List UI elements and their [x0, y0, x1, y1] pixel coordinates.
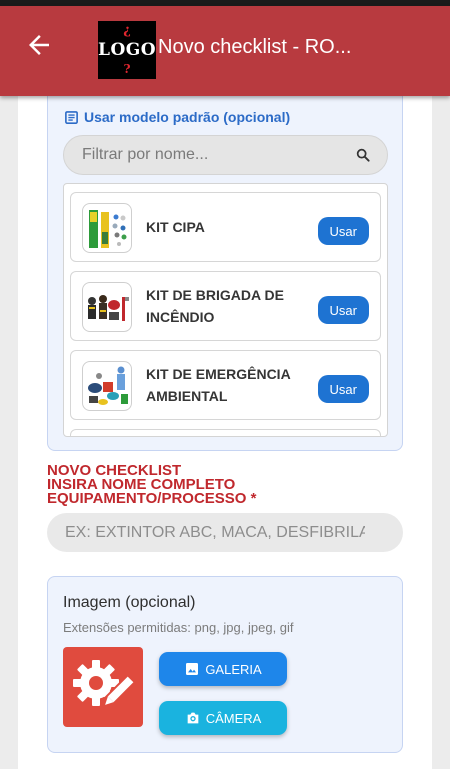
list-item: KIT DE EMERGÊNCIA AMBIENTAL Usar	[70, 350, 381, 420]
model-section-title: Usar modelo padrão (opcional)	[64, 107, 290, 127]
logo-text: LOGO	[98, 40, 157, 60]
heading-line-3-text: EQUIPAMENTO/PROCESSO	[47, 490, 247, 507]
app-logo: ¿ LOGO ?	[98, 21, 156, 79]
gallery-button-label: GALERIA	[205, 661, 262, 677]
checklist-name-input[interactable]	[47, 513, 403, 552]
camera-button[interactable]: CÂMERA	[159, 701, 287, 735]
image-preview[interactable]	[63, 647, 143, 727]
list-item	[70, 429, 381, 436]
gallery-button[interactable]: GALERIA	[159, 652, 287, 686]
list-item-name: KIT DE BRIGADA DE INCÊNDIO	[146, 287, 284, 325]
page-title: Novo checklist - RO...	[158, 36, 352, 58]
list-item: KIT DE BRIGADA DE INCÊNDIO Usar	[70, 271, 381, 341]
model-list[interactable]: KIT CIPA Usar KIT DE BRIGADA DE INCÊNDIO…	[63, 183, 388, 437]
filter-field	[63, 135, 388, 175]
use-template-button[interactable]: Usar	[317, 217, 369, 245]
list-item-name: KIT CIPA	[146, 219, 205, 235]
logo-mark-top: ¿	[123, 23, 131, 38]
list-icon	[65, 110, 78, 124]
image-section-title: Imagem (opcional)	[63, 594, 196, 611]
heading-line-3: EQUIPAMENTO/PROCESSO *	[47, 490, 407, 507]
use-template-button[interactable]: Usar	[317, 296, 369, 324]
app-bar: ¿ LOGO ? Novo checklist - RO...	[0, 6, 450, 96]
image-icon	[186, 663, 199, 675]
camera-icon	[187, 712, 199, 724]
list-item: KIT CIPA Usar	[70, 192, 381, 262]
kit-cipa-thumbnail	[82, 203, 132, 253]
image-section-subtitle: Extensões permitidas: png, jpg, jpeg, gi…	[63, 620, 294, 635]
back-button[interactable]	[24, 30, 54, 60]
logo-mark-bottom: ?	[123, 62, 131, 76]
kit-ambiental-thumbnail	[82, 361, 132, 411]
model-section-label: Usar modelo padrão (opcional)	[84, 109, 291, 125]
search-icon[interactable]	[355, 147, 371, 163]
gear-pencil-icon	[73, 660, 137, 707]
new-checklist-heading: NOVO CHECKLIST INSIRA NOME COMPLETO EQUI…	[47, 463, 407, 507]
list-item-name: KIT DE EMERGÊNCIA AMBIENTAL	[146, 366, 291, 404]
filter-input[interactable]	[64, 136, 344, 174]
use-template-button[interactable]: Usar	[317, 375, 369, 403]
arrow-left-icon	[29, 35, 49, 55]
required-mark: *	[250, 490, 257, 507]
kit-brigada-thumbnail	[82, 282, 132, 332]
camera-button-label: CÂMERA	[205, 710, 262, 726]
